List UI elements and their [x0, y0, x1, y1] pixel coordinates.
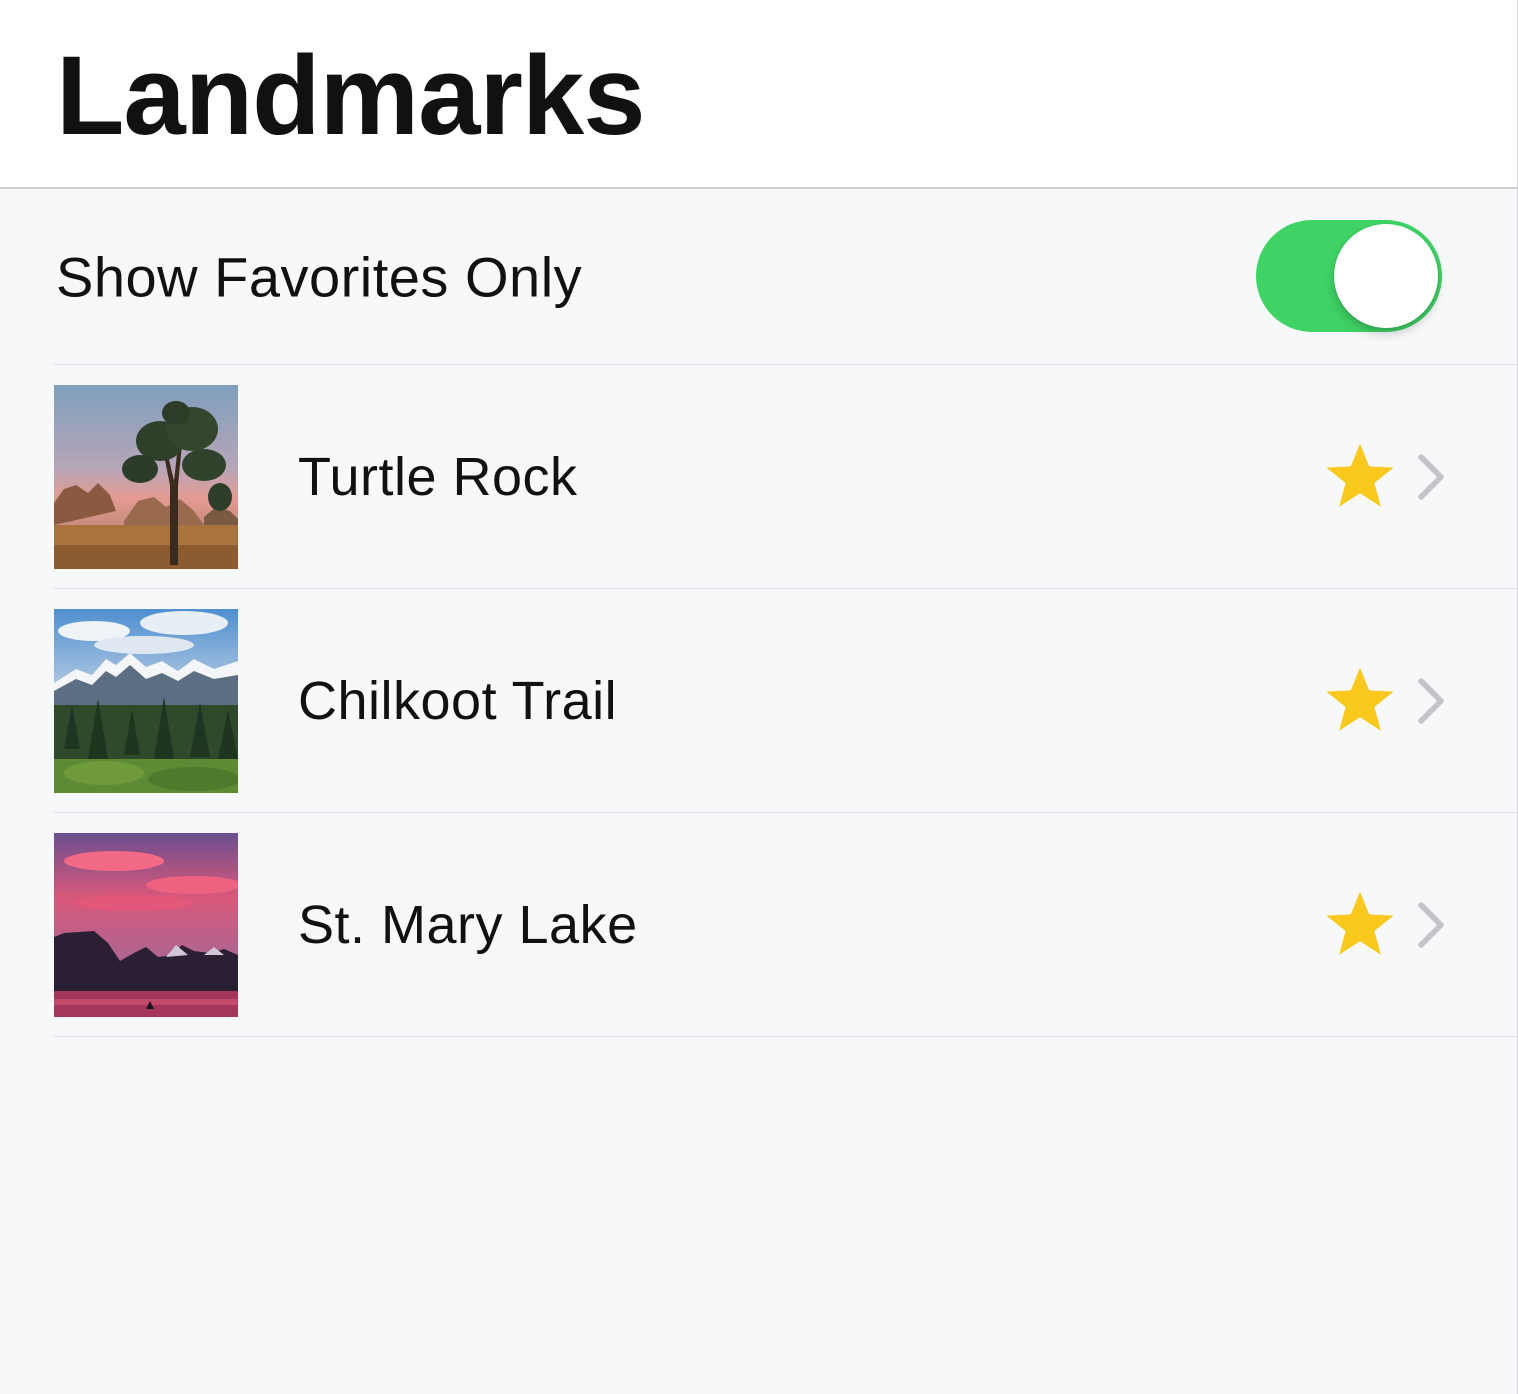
landmark-name: Chilkoot Trail	[298, 670, 618, 731]
page-title: Landmarks	[56, 33, 646, 158]
desert-joshua-tree-image	[54, 385, 238, 569]
favorite-star-icon	[1326, 667, 1394, 731]
landmark-thumbnail	[54, 833, 238, 1017]
toggle-knob	[1334, 224, 1438, 328]
landmark-row-turtle-rock[interactable]: Turtle Rock	[54, 365, 1517, 589]
disclosure-chevron-icon	[1418, 677, 1444, 724]
landmark-name: Turtle Rock	[298, 446, 578, 507]
disclosure-chevron-icon	[1418, 453, 1444, 500]
landmark-list: Show Favorites Only Turtle Rock Chilkoot…	[54, 189, 1517, 1037]
snowy-mountain-forest-image	[54, 609, 238, 793]
favorite-star-icon	[1326, 891, 1394, 955]
disclosure-chevron-icon	[1418, 901, 1444, 948]
favorites-toggle-switch[interactable]	[1256, 220, 1442, 332]
landmark-thumbnail	[54, 609, 238, 793]
landmark-name: St. Mary Lake	[298, 894, 638, 955]
favorite-star-icon	[1326, 443, 1394, 507]
landmark-row-st-mary-lake[interactable]: St. Mary Lake	[54, 813, 1517, 1037]
app-window: Landmarks Show Favorites Only Turtle Roc…	[0, 0, 1518, 1394]
landmark-row-chilkoot-trail[interactable]: Chilkoot Trail	[54, 589, 1517, 813]
favorites-toggle-label: Show Favorites Only	[56, 245, 583, 308]
navigation-bar: Landmarks	[0, 0, 1517, 189]
landmark-thumbnail	[54, 385, 238, 569]
pink-sunset-lake-image	[54, 833, 238, 1017]
favorites-toggle-row: Show Favorites Only	[54, 189, 1517, 365]
